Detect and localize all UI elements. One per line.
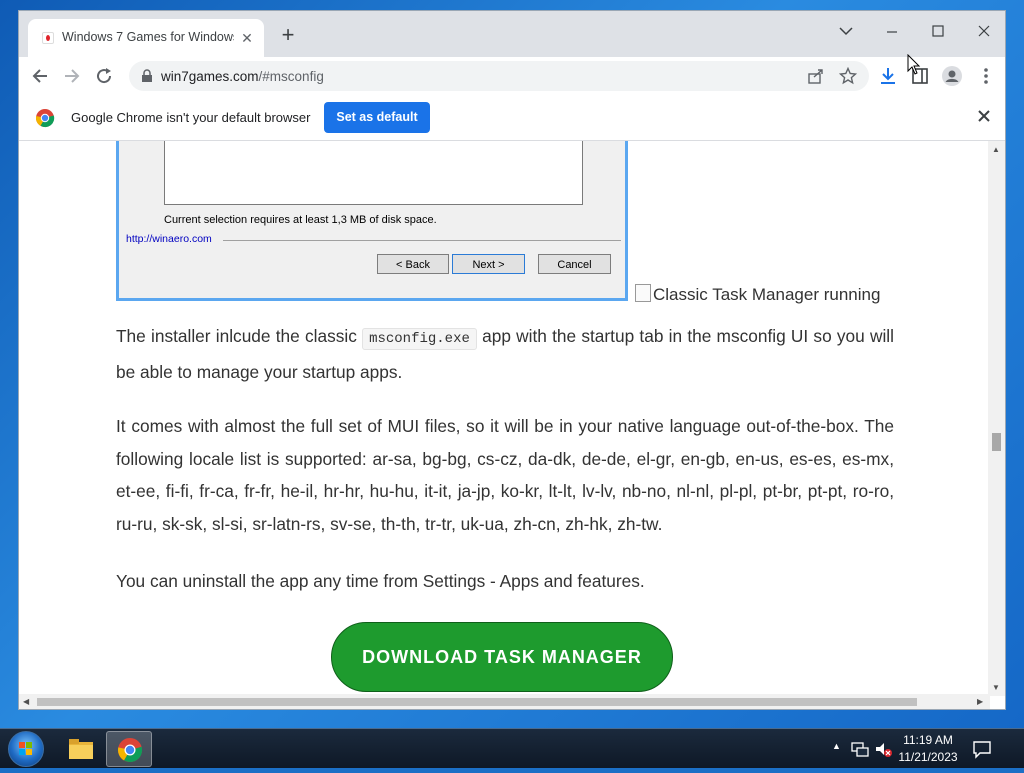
- infobar-close-icon[interactable]: [977, 109, 991, 128]
- installer-back-button: < Back: [377, 254, 449, 274]
- browser-window: Windows 7 Games for Windows ✕ + win7game…: [18, 10, 1006, 710]
- url-path: /#msconfig: [258, 69, 324, 84]
- paragraph-msconfig-start: The installer inlcude the classic: [116, 326, 363, 346]
- download-task-manager-button[interactable]: DOWNLOAD TASK MANAGER: [331, 622, 673, 692]
- profile-avatar-icon[interactable]: [941, 65, 963, 87]
- chrome-logo-icon: [35, 108, 55, 133]
- tab-search-icon[interactable]: [831, 17, 861, 45]
- network-icon[interactable]: [850, 740, 870, 763]
- infobar-message: Google Chrome isn't your default browser: [71, 110, 311, 125]
- forward-arrow-icon: [65, 69, 80, 83]
- share-icon[interactable]: [807, 67, 825, 85]
- show-hidden-icons-icon[interactable]: ▲: [832, 741, 841, 751]
- action-center-icon[interactable]: [972, 739, 992, 764]
- close-window-button[interactable]: [969, 17, 999, 45]
- page-content: Current selection requires at least 1,3 …: [19, 141, 989, 696]
- windows-logo-icon: [19, 742, 32, 755]
- taskbar: ▲ 11:19 AM 11/21/2023: [0, 728, 1024, 768]
- installer-divider: [223, 240, 621, 241]
- paragraph-msconfig: The installer inlcude the classic msconf…: [116, 320, 894, 388]
- installer-list-box: [164, 141, 583, 205]
- vertical-scrollbar[interactable]: ▲ ▼: [988, 141, 1005, 696]
- vertical-scroll-thumb[interactable]: [992, 433, 1001, 451]
- scroll-down-icon[interactable]: ▼: [992, 683, 1000, 692]
- system-clock[interactable]: 11:19 AM 11/21/2023: [892, 732, 964, 766]
- reload-button[interactable]: [93, 65, 115, 87]
- clock-time: 11:19 AM: [903, 733, 953, 747]
- forward-button[interactable]: [61, 65, 83, 87]
- address-bar[interactable]: win7games.com/#msconfig: [129, 61, 869, 91]
- url-host: win7games.com: [161, 69, 259, 84]
- tab-close-icon[interactable]: ✕: [238, 29, 256, 47]
- bookmark-star-icon[interactable]: [838, 66, 858, 85]
- reload-icon: [97, 68, 112, 84]
- scroll-right-icon[interactable]: ▶: [977, 697, 983, 706]
- lock-icon: [141, 69, 153, 88]
- downloads-icon[interactable]: [877, 65, 899, 87]
- taskbar-chrome[interactable]: [106, 731, 152, 767]
- set-as-default-button[interactable]: Set as default: [324, 102, 430, 133]
- browser-tab[interactable]: Windows 7 Games for Windows ✕: [28, 19, 264, 57]
- site-favicon-icon: [42, 32, 54, 44]
- title-bar: Windows 7 Games for Windows ✕ +: [19, 11, 1005, 57]
- volume-muted-icon[interactable]: [874, 740, 894, 763]
- broken-image-alt-text: Classic Task Manager running: [653, 285, 881, 304]
- paragraph-locales: It comes with almost the full set of MUI…: [116, 416, 894, 534]
- installer-disk-requirement: Current selection requires at least 1,3 …: [164, 214, 437, 226]
- scroll-left-icon[interactable]: ◀: [23, 697, 29, 706]
- minimize-button[interactable]: [877, 17, 907, 45]
- menu-kebab-icon[interactable]: [975, 65, 997, 87]
- scroll-up-icon[interactable]: ▲: [992, 145, 1000, 154]
- back-arrow-icon: [32, 69, 47, 83]
- installer-cancel-button: Cancel: [538, 254, 611, 274]
- back-button[interactable]: [29, 65, 51, 87]
- installer-screenshot: Current selection requires at least 1,3 …: [116, 141, 628, 301]
- clock-date: 11/21/2023: [898, 750, 958, 764]
- new-tab-button[interactable]: +: [277, 24, 299, 47]
- mouse-cursor-icon: [907, 54, 921, 75]
- folder-icon: [69, 739, 93, 759]
- installer-next-button: Next >: [452, 254, 525, 274]
- toolbar: win7games.com/#msconfig: [19, 57, 1005, 95]
- url-text: win7games.com/#msconfig: [161, 69, 324, 84]
- chrome-icon: [118, 738, 143, 763]
- horizontal-scroll-thumb[interactable]: [37, 698, 917, 706]
- broken-image: Classic Task Manager running: [635, 284, 880, 305]
- default-browser-infobar: Google Chrome isn't your default browser…: [19, 95, 1005, 141]
- paragraph-uninstall: You can uninstall the app any time from …: [116, 571, 645, 591]
- taskbar-file-explorer[interactable]: [58, 731, 104, 767]
- tab-title: Windows 7 Games for Windows: [62, 30, 234, 44]
- start-button[interactable]: [8, 731, 44, 767]
- horizontal-scrollbar[interactable]: ◀ ▶: [19, 694, 990, 709]
- broken-image-icon: [635, 284, 651, 302]
- code-msconfig: msconfig.exe: [362, 328, 477, 350]
- installer-link: http://winaero.com: [126, 233, 212, 245]
- maximize-button[interactable]: [923, 17, 953, 45]
